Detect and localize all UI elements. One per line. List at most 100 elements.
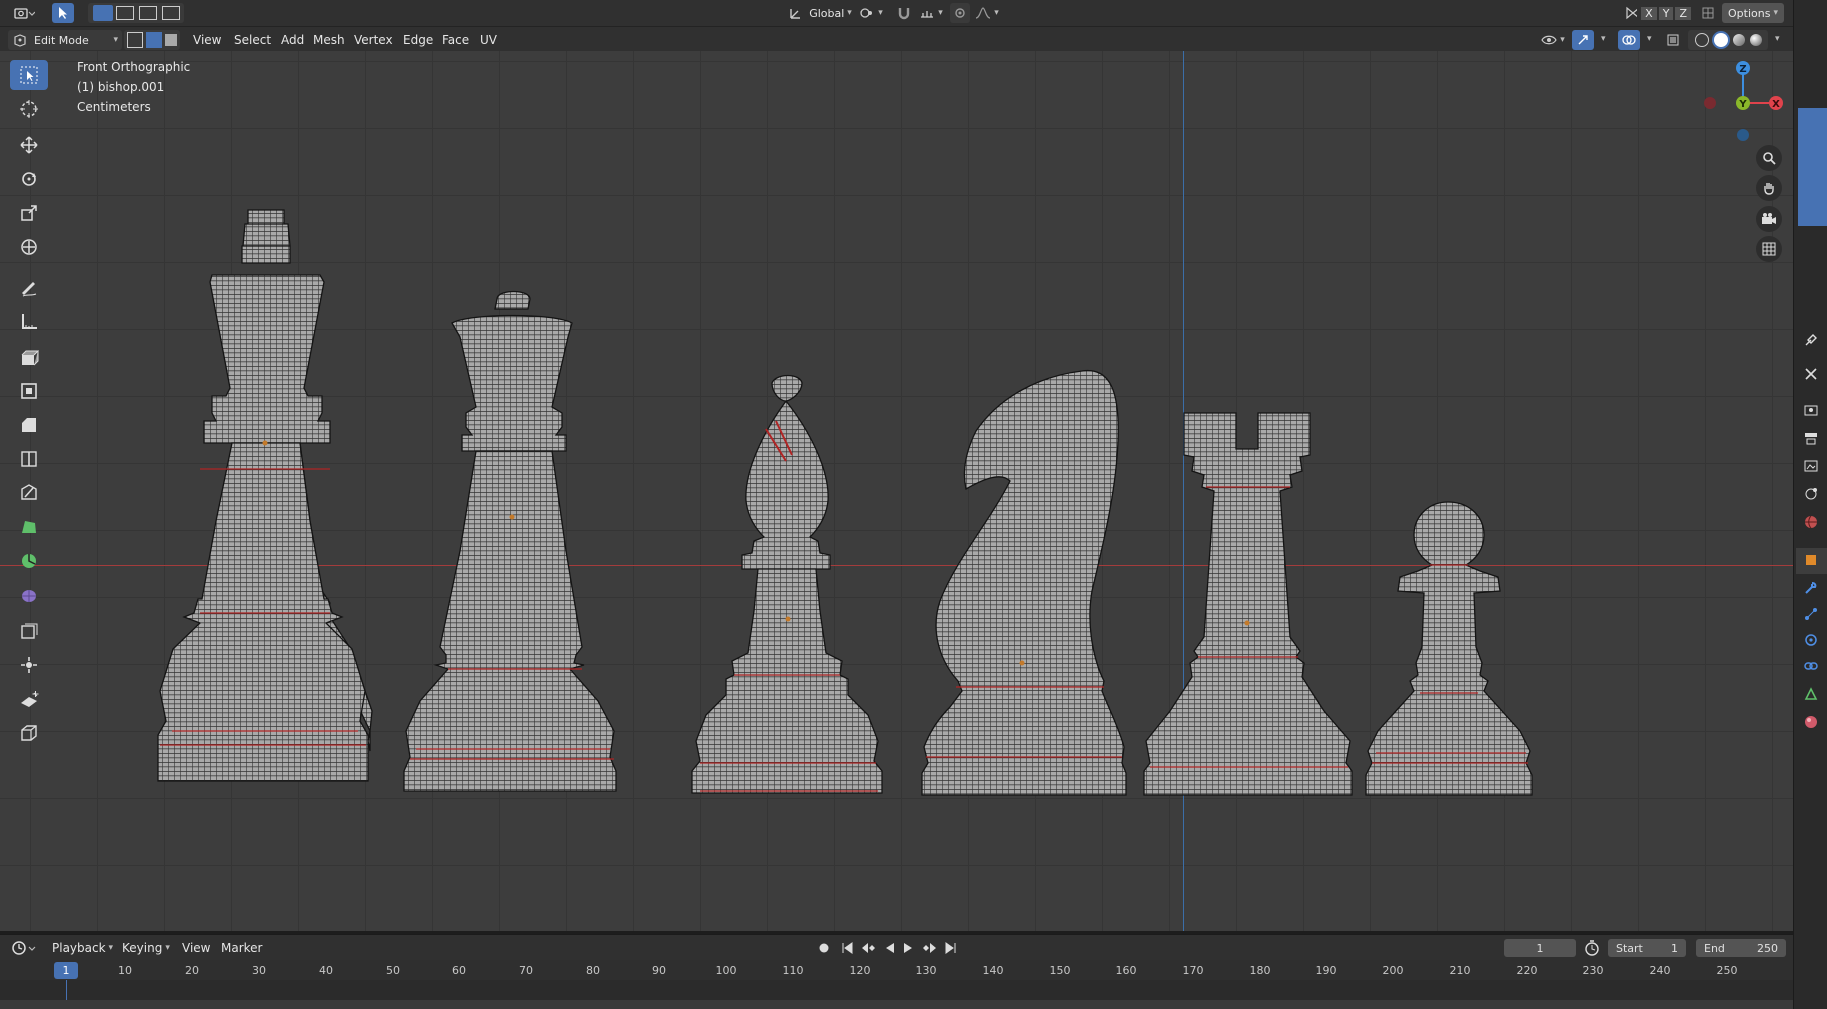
menu-mesh[interactable]: Mesh [313,30,345,50]
timeline-area[interactable]: 1 10 20 30 40 50 60 70 80 90 100 110 120… [0,960,1793,1009]
solid-shading-icon[interactable] [1713,33,1728,47]
output-icon[interactable] [1803,430,1819,446]
mode-dropdown[interactable]: Edit Mode ▾ [8,30,122,50]
xray-toggle[interactable] [1662,30,1684,50]
cursor-tool[interactable] [10,94,48,124]
extend-selection-icon[interactable] [115,6,134,20]
material-icon[interactable] [1803,714,1819,730]
timeline-menu-marker[interactable]: Marker [221,938,262,958]
transform-tool[interactable] [10,232,48,262]
end-frame-field[interactable]: End 250 [1696,939,1786,957]
pawn-piece[interactable] [1365,501,1533,796]
options-dropdown[interactable]: Options ▾ [1722,3,1784,23]
camera-view-button[interactable] [1756,206,1782,232]
overlay-toggle[interactable] [1618,30,1640,50]
scale-tool[interactable] [10,198,48,228]
loop-cut-tool[interactable] [10,444,48,474]
edge-select-icon[interactable] [146,32,162,48]
start-frame-field[interactable]: Start 1 [1608,939,1686,957]
gizmo-neg-z-icon[interactable] [1737,129,1749,141]
select-box-tool[interactable] [10,60,48,90]
world-icon[interactable] [1803,514,1819,530]
poly-build-tool[interactable] [10,512,48,542]
timeline-menu-view[interactable]: View [182,938,210,958]
stopwatch-icon[interactable] [1584,940,1600,956]
pan-button[interactable] [1756,175,1782,201]
overlay-chevron-icon[interactable]: ▾ [1647,34,1652,44]
proportional-edit-toggle[interactable] [950,3,970,23]
object-icon[interactable] [1803,552,1819,568]
extrude-tool[interactable] [10,342,48,372]
tools-icon[interactable] [1803,366,1819,382]
menu-add[interactable]: Add [281,30,304,50]
bishop-piece[interactable] [691,374,883,794]
tweak-select-button[interactable] [52,3,74,23]
rook-piece[interactable] [1143,412,1353,796]
vertex-select-icon[interactable] [127,32,143,48]
gizmo-neg-x-icon[interactable] [1704,97,1716,109]
timeline-scrollbar[interactable] [0,1000,1793,1009]
zoom-button[interactable] [1756,145,1782,171]
menu-uv[interactable]: UV [480,30,497,50]
particles-icon[interactable] [1803,606,1819,622]
constraints-icon[interactable] [1803,658,1819,674]
current-frame-field[interactable]: 1 [1504,939,1576,957]
inset-tool[interactable] [10,376,48,406]
queen-piece[interactable] [403,290,617,792]
axis-z-toggle[interactable]: Z [1675,6,1691,20]
timeline-menu-keying[interactable]: Keying ▾ [122,938,170,958]
jump-start-icon[interactable] [841,942,853,954]
gizmo-chevron-icon[interactable]: ▾ [1601,34,1606,44]
scene-icon[interactable] [1803,486,1819,502]
edge-slide-tool[interactable] [10,616,48,646]
jump-end-icon[interactable] [945,942,957,954]
3d-viewport[interactable]: Front Orthographic (1) bishop.001 Centim… [0,51,1793,931]
rendered-shading-icon[interactable] [1749,34,1762,46]
set-selection-icon[interactable] [92,5,113,21]
transform-orientation-dropdown[interactable]: Global ▾ [774,3,866,23]
knife-tool[interactable] [10,478,48,508]
view-layer-icon[interactable] [1803,458,1819,474]
playhead[interactable]: 1 [54,962,78,979]
annotate-tool[interactable] [10,272,48,302]
play-reverse-icon[interactable] [885,942,895,954]
rotate-tool[interactable] [10,164,48,194]
move-tool[interactable] [10,130,48,160]
menu-view[interactable]: View [193,30,221,50]
snap-toggle[interactable] [894,3,914,23]
gizmo-toggle[interactable] [1572,30,1594,50]
play-icon[interactable] [903,942,913,954]
menu-edge[interactable]: Edge [403,30,433,50]
visibility-dropdown[interactable]: ▾ [1538,30,1568,50]
next-keyframe-icon[interactable] [921,942,937,954]
snap-target-dropdown[interactable]: ▾ [916,3,946,23]
face-select-icon[interactable] [165,34,177,46]
menu-select[interactable]: Select [234,30,271,50]
prev-keyframe-icon[interactable] [861,942,877,954]
king-piece[interactable] [157,209,373,782]
falloff-dropdown[interactable]: ▾ [972,3,1002,23]
spin-tool[interactable] [10,546,48,576]
axis-x-toggle[interactable]: X [1641,6,1657,20]
auto-keying-toggle[interactable] [814,938,834,958]
axis-y-toggle[interactable]: Y [1658,6,1674,20]
knight-piece[interactable] [921,369,1127,796]
shear-tool[interactable] [10,684,48,714]
measure-tool[interactable] [10,306,48,336]
shrink-fatten-tool[interactable] [10,650,48,680]
data-icon[interactable] [1803,686,1819,702]
tool-settings-icon[interactable] [1803,332,1819,348]
rip-tool[interactable] [10,718,48,748]
bevel-tool[interactable] [10,410,48,440]
physics-icon[interactable] [1803,632,1819,648]
shading-chevron-icon[interactable]: ▾ [1775,34,1780,44]
subtract-selection-icon[interactable] [138,6,157,20]
perspective-toggle-button[interactable] [1756,236,1782,262]
modifiers-icon[interactable] [1803,580,1819,596]
menu-face[interactable]: Face [442,30,469,50]
timeline-menu-playback[interactable]: Playback ▾ [52,938,113,958]
intersect-selection-icon[interactable] [161,6,180,20]
menu-vertex[interactable]: Vertex [354,30,393,50]
smooth-tool[interactable] [10,580,48,610]
auto-merge-toggle[interactable] [1698,3,1718,23]
